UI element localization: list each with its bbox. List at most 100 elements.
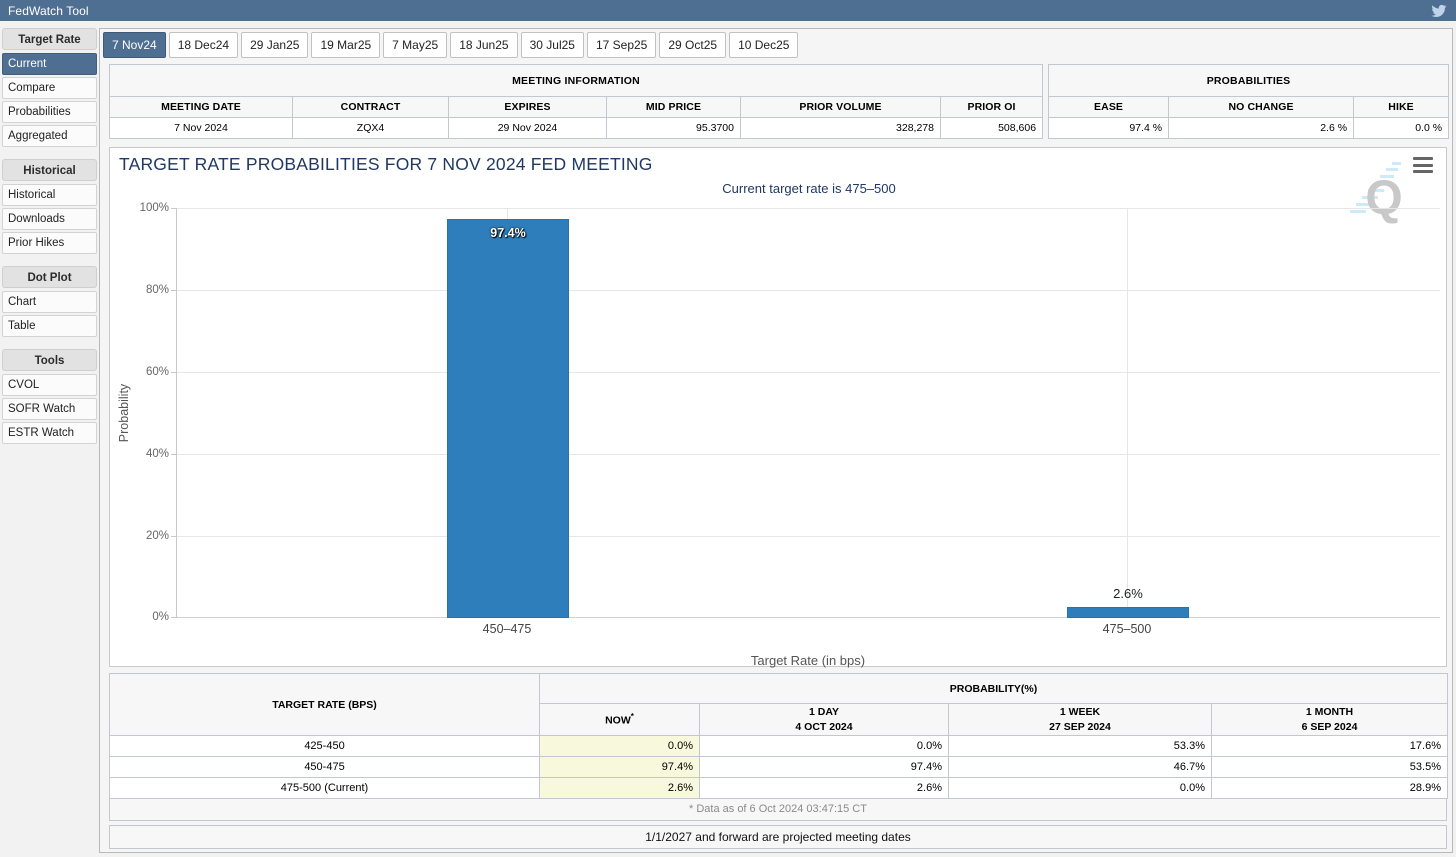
tab-30-jul25[interactable]: 30 Jul25 xyxy=(521,32,584,58)
tab-10-dec25[interactable]: 10 Dec25 xyxy=(729,32,798,58)
col-ease: EASE xyxy=(1049,97,1169,118)
cell-expires: 29 Nov 2024 xyxy=(449,118,607,139)
col-1-month-line2: 6 SEP 2024 xyxy=(1218,720,1441,734)
probabilities-summary-table: PROBABILITIES EASE NO CHANGE HIKE 97.4 %… xyxy=(1048,64,1449,139)
col-contract: CONTRACT xyxy=(293,97,449,118)
tab-17-sep25[interactable]: 17 Sep25 xyxy=(587,32,656,58)
cell-contract: ZQX4 xyxy=(293,118,449,139)
col-hike: HIKE xyxy=(1354,97,1449,118)
ytick-label-100: 100% xyxy=(140,202,169,214)
sidebar-item-chart[interactable]: Chart xyxy=(2,291,97,313)
probability-table: TARGET RATE (BPS) PROBABILITY(%) NOW* 1 … xyxy=(109,673,1448,799)
sidebar-item-cvol[interactable]: CVOL xyxy=(2,374,97,396)
col-now-star: * xyxy=(631,712,634,721)
table-row: 475-500 (Current) 2.6% 2.6% 0.0% 28.9% xyxy=(110,778,1448,799)
table-row: 425-450 0.0% 0.0% 53.3% 17.6% xyxy=(110,736,1448,757)
app-title: FedWatch Tool xyxy=(8,4,89,18)
cell-475-500-1-day: 2.6% xyxy=(700,778,949,799)
col-meeting-date: MEETING DATE xyxy=(110,97,293,118)
hamburger-menu-icon[interactable] xyxy=(1413,157,1433,173)
sidebar-group-header-target-rate: Target Rate xyxy=(2,28,97,50)
window-title-bar: FedWatch Tool xyxy=(0,0,1456,21)
col-prior-oi: PRIOR OI xyxy=(941,97,1043,118)
twitter-icon[interactable] xyxy=(1430,3,1448,19)
col-1-month: 1 MONTH 6 SEP 2024 xyxy=(1212,704,1448,736)
gridline-100 xyxy=(177,208,1440,209)
tab-29-oct25[interactable]: 29 Oct25 xyxy=(659,32,726,58)
cell-475-500-now: 2.6% xyxy=(540,778,700,799)
chart-y-axis-label: Probability xyxy=(117,384,131,442)
sidebar-group-header-tools: Tools xyxy=(2,349,97,371)
bar-450-475[interactable]: 97.4% xyxy=(447,219,569,618)
cell-meeting-date: 7 Nov 2024 xyxy=(110,118,293,139)
probability-banner: PROBABILITY(%) xyxy=(540,674,1448,704)
cell-475-500-1-month: 28.9% xyxy=(1212,778,1448,799)
sidebar-group-header-historical: Historical xyxy=(2,159,97,181)
sidebar-item-aggregated[interactable]: Aggregated xyxy=(2,125,97,147)
ytick-label-80: 80% xyxy=(146,284,169,296)
sidebar-item-current[interactable]: Current xyxy=(2,53,97,75)
info-tables-row: MEETING INFORMATION MEETING DATE CONTRAC… xyxy=(109,64,1447,139)
sidebar-item-compare[interactable]: Compare xyxy=(2,77,97,99)
col-1-month-line1: 1 MONTH xyxy=(1218,705,1441,719)
row-label-425-450: 425-450 xyxy=(110,736,540,757)
cell-ease: 97.4 % xyxy=(1049,118,1169,139)
probabilities-summary-row: 97.4 % 2.6 % 0.0 % xyxy=(1049,118,1449,139)
vgridline-cat-2 xyxy=(1127,208,1128,618)
col-1-day-line2: 4 OCT 2024 xyxy=(706,720,942,734)
cell-450-475-1-week: 46.7% xyxy=(949,757,1212,778)
sidebar-item-downloads[interactable]: Downloads xyxy=(2,208,97,230)
sidebar-item-estr-watch[interactable]: ESTR Watch xyxy=(2,422,97,444)
table-row: 450-475 97.4% 97.4% 46.7% 53.5% xyxy=(110,757,1448,778)
col-1-day: 1 DAY 4 OCT 2024 xyxy=(700,704,949,736)
cell-450-475-1-month: 53.5% xyxy=(1212,757,1448,778)
tab-19-mar25[interactable]: 19 Mar25 xyxy=(311,32,380,58)
probabilities-banner: PROBABILITIES xyxy=(1049,65,1449,97)
cell-450-475-1-day: 97.4% xyxy=(700,757,949,778)
data-as-of-footnote: * Data as of 6 Oct 2024 03:47:15 CT xyxy=(109,799,1447,821)
ytick-label-60: 60% xyxy=(146,366,169,378)
cell-prior-oi: 508,606 xyxy=(941,118,1043,139)
cell-425-450-now: 0.0% xyxy=(540,736,700,757)
chart-plot-area: 100% 80% 60% 40% 20% 0% 97.4% 2.6% xyxy=(176,208,1440,618)
projected-meeting-dates-note: 1/1/2027 and forward are projected meeti… xyxy=(109,825,1447,849)
bar-475-500[interactable]: 2.6% xyxy=(1067,607,1189,618)
sidebar: Target Rate Current Compare Probabilitie… xyxy=(2,28,97,446)
main-panel: 7 Nov24 18 Dec24 29 Jan25 19 Mar25 7 May… xyxy=(99,28,1453,853)
cell-no-change: 2.6 % xyxy=(1169,118,1354,139)
gridline-60 xyxy=(177,372,1440,373)
col-expires: EXPIRES xyxy=(449,97,607,118)
bar-value-label-475-500: 2.6% xyxy=(1068,586,1188,601)
col-1-week-line1: 1 WEEK xyxy=(955,705,1205,719)
tab-7-may25[interactable]: 7 May25 xyxy=(383,32,447,58)
tab-7-nov24[interactable]: 7 Nov24 xyxy=(103,32,166,58)
col-now: NOW* xyxy=(540,704,700,736)
gridline-0 xyxy=(177,617,1440,618)
sidebar-item-probabilities[interactable]: Probabilities xyxy=(2,101,97,123)
col-now-label: NOW xyxy=(605,714,631,726)
sidebar-item-historical[interactable]: Historical xyxy=(2,184,97,206)
col-mid-price: MID PRICE xyxy=(607,97,741,118)
cell-prior-volume: 328,278 xyxy=(741,118,941,139)
chart-panel: TARGET RATE PROBABILITIES FOR 7 NOV 2024… xyxy=(109,147,1447,667)
sidebar-item-table[interactable]: Table xyxy=(2,315,97,337)
meeting-information-row: 7 Nov 2024 ZQX4 29 Nov 2024 95.3700 328,… xyxy=(110,118,1043,139)
cell-450-475-now: 97.4% xyxy=(540,757,700,778)
gridline-40 xyxy=(177,454,1440,455)
cell-mid-price: 95.3700 xyxy=(607,118,741,139)
ytick-label-0: 0% xyxy=(152,611,169,623)
cell-425-450-1-day: 0.0% xyxy=(700,736,949,757)
tab-18-jun25[interactable]: 18 Jun25 xyxy=(450,32,517,58)
chart-x-axis-label: Target Rate (in bps) xyxy=(176,653,1440,668)
meeting-information-table: MEETING INFORMATION MEETING DATE CONTRAC… xyxy=(109,64,1043,139)
tab-18-dec24[interactable]: 18 Dec24 xyxy=(169,32,238,58)
row-label-475-500: 475-500 (Current) xyxy=(110,778,540,799)
gridline-20 xyxy=(177,536,1440,537)
sidebar-item-prior-hikes[interactable]: Prior Hikes xyxy=(2,232,97,254)
tab-29-jan25[interactable]: 29 Jan25 xyxy=(241,32,308,58)
chart-title: TARGET RATE PROBABILITIES FOR 7 NOV 2024… xyxy=(119,154,653,175)
xtick-label-475-500: 475–500 xyxy=(1103,622,1152,636)
sidebar-group-header-dot-plot: Dot Plot xyxy=(2,266,97,288)
cell-425-450-1-week: 53.3% xyxy=(949,736,1212,757)
sidebar-item-sofr-watch[interactable]: SOFR Watch xyxy=(2,398,97,420)
